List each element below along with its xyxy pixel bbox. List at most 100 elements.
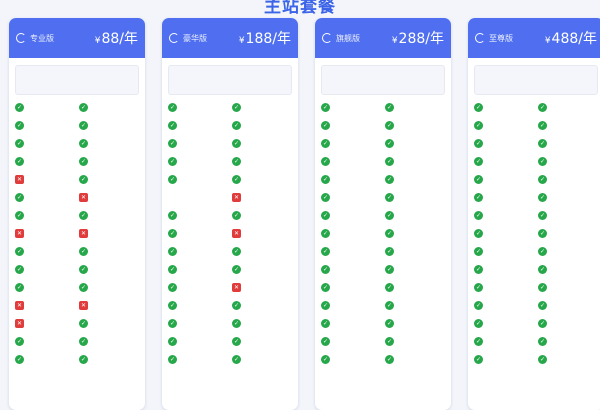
feature-item: ✓	[385, 314, 445, 332]
plan-summary	[15, 65, 139, 95]
check-icon: ✓	[79, 264, 88, 274]
plan-header: 旗舰版 ¥ 288/年	[315, 18, 451, 58]
check-icon: ✓	[321, 300, 330, 310]
feature-item: ✕	[15, 296, 75, 314]
feature-item: ✕	[79, 188, 139, 206]
check-icon: ✓	[15, 246, 24, 256]
check-icon: ✓	[321, 174, 330, 184]
feature-item: ✓	[538, 260, 598, 278]
check-icon: ✓	[168, 174, 177, 184]
feature-list: ✓ ✓ ✓ ✓ ✓ ✓ ✓ ✓ ✕ ✓ ✓ ✕ ✓ ✓ ✕ ✕ ✓ ✓ ✓ ✓ ✓ ✓ ✕ ✕ ✕ ✓ ✓ ✓ ✓ ✓	[15, 98, 139, 368]
check-icon: ✓	[232, 264, 241, 274]
feature-item: ✓	[385, 278, 445, 296]
feature-item: ✓	[321, 350, 381, 368]
feature-item: ✓	[385, 224, 445, 242]
check-icon: ✓	[232, 354, 241, 364]
check-icon: ✓	[79, 210, 88, 220]
plan-badge-icon	[16, 33, 26, 43]
check-icon: ✓	[474, 120, 483, 130]
check-icon: ✓	[474, 264, 483, 274]
check-icon: ✓	[232, 138, 241, 148]
feature-item: ✓	[168, 332, 228, 350]
check-icon: ✓	[385, 318, 394, 328]
feature-item: ✓	[538, 206, 598, 224]
check-icon: ✓	[232, 300, 241, 310]
check-icon: ✓	[385, 156, 394, 166]
check-icon: ✓	[538, 336, 547, 346]
price-currency: ¥	[544, 36, 551, 46]
feature-item: ✓	[474, 206, 534, 224]
plan-card[interactable]: 旗舰版 ¥ 288/年 ✓ ✓ ✓ ✓ ✓ ✓ ✓ ✓ ✓ ✓ ✓ ✓ ✓ ✓ ✓ ✓ ✓ ✓ ✓ ✓ ✓ ✓ ✓ ✓ ✓ ✓ ✓ ✓…	[315, 18, 451, 410]
feature-item: ✓	[538, 116, 598, 134]
check-icon: ✓	[232, 318, 241, 328]
plan-card[interactable]: 专业版 ¥ 88/年 ✓ ✓ ✓ ✓ ✓ ✓ ✓ ✓ ✕ ✓ ✓ ✕ ✓ ✓ ✕ ✕ ✓ ✓ ✓ ✓ ✓ ✓ ✕ ✕ ✕ ✓ ✓ ✓ ✓…	[9, 18, 145, 410]
feature-item: ✓	[474, 278, 534, 296]
plan-badge-icon	[475, 33, 485, 43]
check-icon: ✓	[79, 336, 88, 346]
check-icon: ✓	[321, 102, 330, 112]
check-icon: ✓	[168, 354, 177, 364]
check-icon: ✓	[321, 336, 330, 346]
check-icon: ✓	[538, 354, 547, 364]
price-amount: 188/年	[245, 31, 291, 47]
page-title: 主站套餐	[264, 0, 336, 17]
feature-item: ✓	[474, 296, 534, 314]
check-icon: ✓	[15, 336, 24, 346]
feature-item: ✓	[232, 134, 292, 152]
plan-card[interactable]: 至尊版 ¥ 488/年 ✓ ✓ ✓ ✓ ✓ ✓ ✓ ✓ ✓ ✓ ✓ ✓ ✓ ✓ ✓ ✓ ✓ ✓ ✓ ✓ ✓ ✓ ✓ ✓ ✓ ✓ ✓ ✓…	[468, 18, 600, 410]
feature-item: ✓	[321, 278, 381, 296]
feature-item: ✕	[15, 314, 75, 332]
cross-icon: ✕	[15, 300, 24, 310]
feature-item: ✓	[385, 242, 445, 260]
feature-item: ✓	[79, 134, 139, 152]
feature-item: ✓	[474, 152, 534, 170]
feature-item: ✓	[538, 350, 598, 368]
plan-cards: 专业版 ¥ 88/年 ✓ ✓ ✓ ✓ ✓ ✓ ✓ ✓ ✕ ✓ ✓ ✕ ✓ ✓ ✕ ✕ ✓ ✓ ✓ ✓ ✓ ✓ ✕ ✕ ✕ ✓ ✓ ✓ ✓…	[9, 18, 600, 410]
check-icon: ✓	[321, 156, 330, 166]
check-icon: ✓	[538, 282, 547, 292]
plan-summary	[321, 65, 445, 95]
feature-item: ✓	[385, 260, 445, 278]
check-icon: ✓	[232, 102, 241, 112]
check-icon: ✓	[538, 120, 547, 130]
feature-item: ✓	[15, 116, 75, 134]
check-icon: ✓	[474, 336, 483, 346]
feature-item: ✓	[538, 278, 598, 296]
feature-item: ✓	[321, 296, 381, 314]
feature-item: ✓	[168, 98, 228, 116]
feature-item: ✕	[79, 224, 139, 242]
feature-item: ✕	[232, 188, 292, 206]
check-icon: ✓	[538, 300, 547, 310]
plan-card[interactable]: 豪华版 ¥ 188/年 ✓ ✓ ✓ ✓ ✓ ✓ ✓ ✓ ✓ ✓ ✕ ✓ ✓ ✓ ✕ ✓ ✓ ✓ ✓ ✓ ✕ ✓ ✓ ✓ ✓ ✓ ✓ ✓…	[162, 18, 298, 410]
check-icon: ✓	[538, 156, 547, 166]
feature-item: ✓	[538, 314, 598, 332]
feature-item: ✓	[232, 170, 292, 188]
feature-item: ✓	[79, 206, 139, 224]
feature-item: ✕	[232, 278, 292, 296]
check-icon: ✓	[385, 174, 394, 184]
plan-summary	[168, 65, 292, 95]
feature-item: ✓	[385, 188, 445, 206]
check-icon: ✓	[474, 210, 483, 220]
check-icon: ✓	[168, 264, 177, 274]
feature-item: ✓	[168, 314, 228, 332]
check-icon: ✓	[79, 246, 88, 256]
feature-item: ✓	[79, 242, 139, 260]
feature-item: ✓	[385, 350, 445, 368]
check-icon: ✓	[538, 102, 547, 112]
plan-name: 专业版	[30, 33, 54, 43]
feature-item: ✓	[168, 224, 228, 242]
price-currency: ¥	[238, 36, 245, 46]
feature-item: ✓	[15, 98, 75, 116]
check-icon: ✓	[538, 210, 547, 220]
feature-item: ✓	[538, 242, 598, 260]
feature-list: ✓ ✓ ✓ ✓ ✓ ✓ ✓ ✓ ✓ ✓ ✕ ✓ ✓ ✓ ✕ ✓ ✓ ✓ ✓ ✓ ✕ ✓ ✓ ✓ ✓ ✓ ✓ ✓ ✓	[168, 98, 292, 368]
check-icon: ✓	[385, 354, 394, 364]
cross-icon: ✕	[79, 228, 88, 238]
check-icon: ✓	[474, 246, 483, 256]
check-icon: ✓	[385, 102, 394, 112]
feature-item: ✓	[232, 296, 292, 314]
feature-item: ✓	[321, 170, 381, 188]
check-icon: ✓	[79, 120, 88, 130]
check-icon: ✓	[385, 336, 394, 346]
